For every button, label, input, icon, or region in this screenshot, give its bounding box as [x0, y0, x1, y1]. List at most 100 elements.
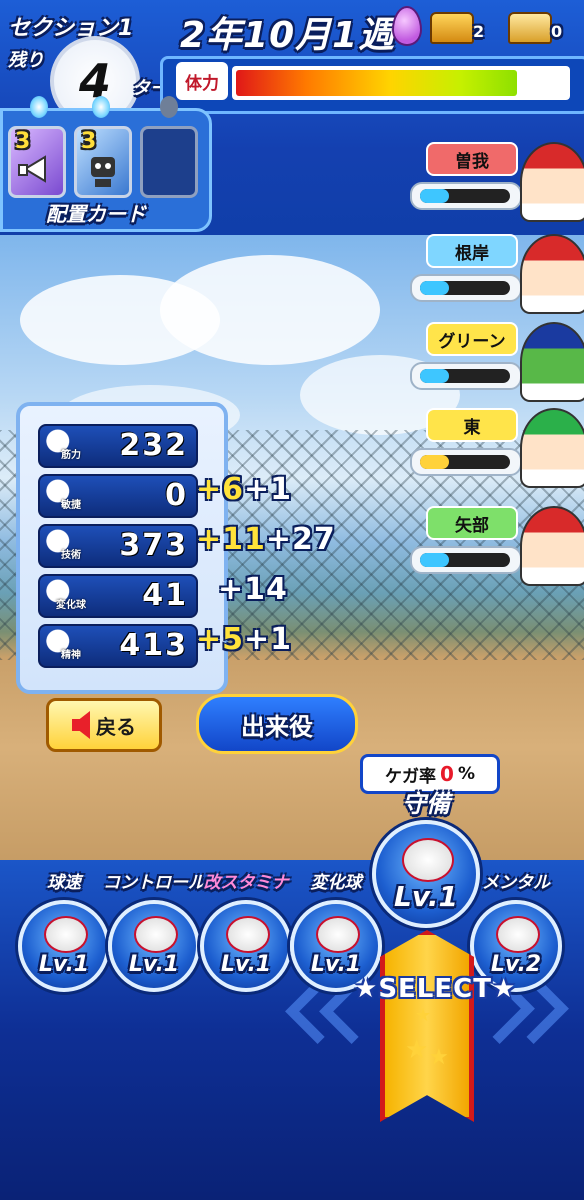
- tire-icon: [225, 915, 271, 954]
- teammate-2[interactable]: 根岸: [408, 234, 584, 320]
- egg-icon[interactable]: [392, 6, 422, 46]
- remaining-label: 残り: [8, 50, 44, 71]
- teammate-4[interactable]: 東: [408, 408, 584, 494]
- back-button-label: 戻る: [96, 714, 136, 739]
- teammate-5[interactable]: 矢部: [408, 506, 584, 592]
- stat-row: 敏捷 0: [38, 474, 198, 518]
- teammate-name: 矢部: [426, 506, 518, 540]
- teammate-portrait: [520, 142, 584, 222]
- section-label: セクション1: [8, 16, 134, 41]
- stat-bonus: +5+1: [196, 622, 293, 657]
- skill-button-1[interactable]: [18, 900, 110, 992]
- bulb-icon: [30, 96, 48, 118]
- back-arrow-icon: [72, 711, 90, 739]
- friendship-bar: [410, 546, 522, 574]
- friendship-bar: [410, 182, 522, 210]
- skill-button-2[interactable]: [108, 900, 200, 992]
- stat-row: 筋力 232: [38, 424, 198, 468]
- bonus-primary: 6: [222, 472, 245, 507]
- spirit-icon: 精神: [44, 629, 90, 661]
- skill-level: Lv.1: [220, 952, 272, 977]
- skill-name: メンタル: [482, 873, 550, 893]
- stat-label: 変化球: [56, 600, 86, 611]
- card-panel-label: 配置カード: [46, 202, 146, 226]
- stat-value: 0: [165, 478, 188, 513]
- friendship-bar: [410, 362, 522, 390]
- star-icon: ★: [405, 1035, 429, 1065]
- calendar-date: 2年10月1週: [180, 15, 396, 56]
- bonus-secondary: 1: [270, 622, 293, 657]
- bonus-secondary: 1: [270, 472, 293, 507]
- injury-rate-value: 0: [440, 762, 454, 786]
- megaphone-icon: [18, 155, 46, 183]
- friendship-fill: [420, 281, 449, 295]
- bonus-primary: 5: [222, 622, 245, 657]
- star-icon: ★: [415, 1005, 432, 1026]
- curve-ball-icon: [315, 915, 361, 954]
- card-slot-megaphone[interactable]: 3: [8, 126, 66, 198]
- events-button[interactable]: 出来役: [196, 694, 358, 754]
- card-slot-robot[interactable]: 3: [74, 126, 132, 198]
- skill-button-3[interactable]: [200, 900, 292, 992]
- stat-label: 敏捷: [61, 500, 81, 511]
- stat-bonus: +6+1: [196, 472, 293, 507]
- back-button[interactable]: 戻る: [46, 698, 162, 752]
- teammate-portrait: [520, 506, 584, 586]
- friendship-bar: [410, 274, 522, 302]
- stat-row: 精神 413: [38, 624, 198, 668]
- bonus-secondary: 14: [244, 572, 288, 607]
- skill-level: Lv.1: [38, 952, 90, 977]
- friendship-fill: [420, 455, 449, 469]
- teammate-portrait: [520, 408, 584, 488]
- stat-label: 技術: [61, 550, 81, 561]
- injury-rate-unit: %: [457, 764, 475, 784]
- open-chest-count: 0: [551, 22, 563, 41]
- dumbbell-icon: 筋力: [44, 429, 90, 461]
- teammate-name: 根岸: [426, 234, 518, 268]
- friendship-bar: [410, 448, 522, 476]
- stat-row: 変化球 41: [38, 574, 198, 618]
- bonus-secondary: 27: [292, 522, 336, 557]
- teammate-name: グリーン: [426, 322, 518, 356]
- friendship-fill: [420, 553, 449, 567]
- stat-value: 373: [119, 528, 188, 563]
- breaking-ball-icon: 変化球: [44, 579, 90, 611]
- teammate-portrait: [520, 234, 584, 314]
- friendship-fill: [420, 189, 449, 203]
- stat-label: 筋力: [61, 450, 81, 461]
- star-icon: ★: [429, 1045, 449, 1070]
- teammate-name: 曽我: [426, 142, 518, 176]
- teammate-3[interactable]: グリーン: [408, 322, 584, 408]
- teammate-name: 東: [426, 408, 518, 442]
- glove-icon: [402, 838, 454, 882]
- injury-rate-label: ケガ率: [385, 766, 437, 787]
- select-text: SELECT: [378, 974, 492, 1004]
- mental-icon: [495, 915, 541, 954]
- bat-icon: 技術: [44, 529, 90, 561]
- stat-bonus: +11+27: [196, 522, 336, 557]
- target-icon: [133, 915, 179, 954]
- skill-name: 守備: [402, 790, 450, 818]
- stat-row: 技術 373: [38, 524, 198, 568]
- bonus-primary: 11: [222, 522, 266, 557]
- skill-level: Lv.1: [128, 952, 180, 977]
- treasure-chest-icon[interactable]: [430, 12, 474, 44]
- teammate-1[interactable]: 曽我: [408, 142, 584, 228]
- card-slot-empty[interactable]: [140, 126, 198, 198]
- chest-count: 2: [473, 22, 485, 41]
- stat-bonus: +14: [218, 572, 288, 607]
- stamina-fill: [236, 70, 517, 96]
- select-ribbon[interactable]: ★ ★ ★: [380, 930, 474, 1122]
- stamina-label: 体力: [176, 62, 228, 100]
- select-label: ★SELECT★: [354, 974, 515, 1004]
- bulb-icon: [92, 96, 110, 118]
- friendship-fill: [420, 369, 449, 383]
- stat-value: 413: [119, 628, 188, 663]
- teammate-portrait: [520, 322, 584, 402]
- stat-label: 精神: [61, 650, 81, 661]
- fastball-icon: [43, 915, 89, 954]
- bulb-off-icon: [160, 96, 178, 118]
- stat-value: 41: [142, 578, 188, 613]
- open-chest-icon[interactable]: [508, 12, 552, 44]
- spike-shoe-icon: 敏捷: [44, 479, 90, 511]
